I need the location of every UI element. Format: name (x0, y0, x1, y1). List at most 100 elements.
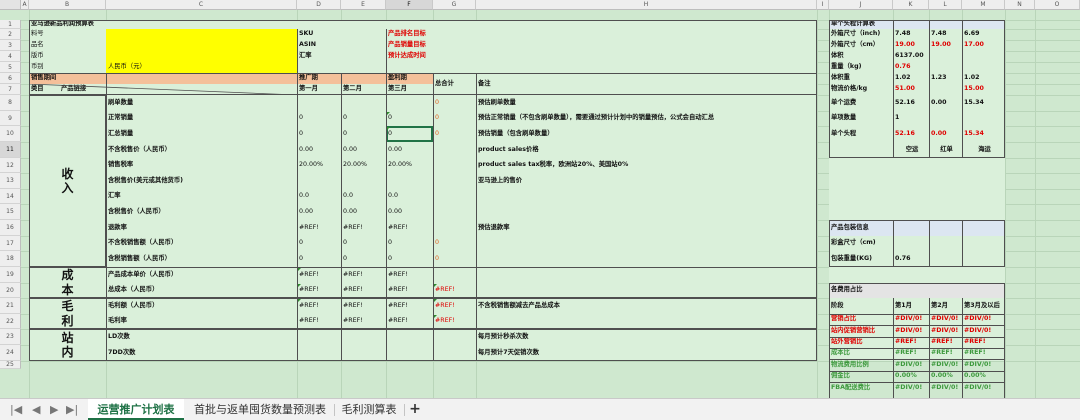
shipping-mode[interactable]: 红单 (929, 142, 962, 158)
month3-value[interactable] (386, 173, 433, 189)
logistics-price-value[interactable]: 51.00 (893, 84, 929, 95)
total-value[interactable] (433, 173, 476, 189)
month3-value[interactable]: 0.0 (386, 189, 433, 205)
fee-row-value[interactable]: #DIV/0! (962, 314, 1005, 325)
row-header-12[interactable]: 12 (0, 157, 21, 174)
month1-value[interactable]: 0 (297, 236, 341, 252)
info-label-fx[interactable]: 汇率 (297, 51, 341, 62)
fee-row-label[interactable]: 营销占比 (829, 314, 893, 325)
line-label[interactable]: 毛利率 (106, 314, 297, 330)
note-value[interactable] (476, 236, 817, 252)
line-label[interactable]: 7DD次数 (106, 345, 297, 361)
note-value[interactable]: 预估退款率 (476, 220, 817, 236)
last-sheet-icon[interactable]: ▶| (66, 404, 78, 416)
fee-ratio-title[interactable]: 各费用占比 (829, 283, 1005, 299)
row-header-25[interactable]: 25 (0, 360, 21, 369)
month2-value[interactable]: 0 (341, 236, 386, 252)
month3-value[interactable]: #REF! (386, 298, 433, 314)
total-value[interactable]: 0 (433, 95, 476, 111)
month3-value[interactable] (386, 345, 433, 361)
target-label-t3[interactable]: 预计达成时间 (386, 51, 433, 62)
month1-value[interactable]: 0 (297, 251, 341, 267)
row-header-22[interactable]: 22 (0, 313, 21, 330)
fee-row-value[interactable]: 0.00% (893, 371, 929, 382)
logistics-price-value[interactable]: 15.00 (962, 84, 1005, 95)
spreadsheet-grid[interactable]: A B C D E F G H I J K L M N O 1 2 3 4 5 6 7 8 9 10 11 12 13 14 15 16 17… (0, 0, 1080, 398)
month1-value[interactable]: 0 (297, 111, 341, 127)
unit-head-freight-label[interactable]: 单个头程 (829, 126, 893, 142)
month2-value[interactable] (341, 95, 386, 111)
row-header-21[interactable]: 21 (0, 298, 21, 314)
line-label[interactable]: 正常销量 (106, 111, 297, 127)
month2-value[interactable]: 0.0 (341, 189, 386, 205)
unit-head-freight-value[interactable]: 52.16 (893, 126, 929, 142)
row-header-13[interactable]: 13 (0, 173, 21, 189)
outer-size-inch-value[interactable]: 7.48 (929, 29, 962, 40)
section-label-income[interactable]: 收 入 (29, 95, 106, 267)
info-label-asin[interactable]: ASIN (297, 40, 341, 51)
outer-size-cm-value[interactable]: 19.00 (893, 40, 929, 51)
month2-value[interactable] (341, 173, 386, 189)
fee-row-value[interactable]: #DIV/0! (929, 382, 962, 393)
note-value[interactable] (476, 314, 817, 330)
column-header-d[interactable]: D (297, 0, 341, 10)
unit-freight-label[interactable]: 单个运费 (829, 95, 893, 111)
row-header-18[interactable]: 18 (0, 251, 21, 267)
fee-row-value[interactable]: #DIV/0! (893, 359, 929, 370)
currency-value[interactable]: 人民币（元） (106, 62, 297, 73)
pack-size-label[interactable]: 彩盒尺寸（cm) (829, 236, 893, 252)
row-header-7[interactable]: 7 (0, 84, 21, 95)
unit-freight-value[interactable]: 0.00 (929, 95, 962, 111)
fee-row-value[interactable]: #DIV/0! (929, 359, 962, 370)
fee-row-label[interactable]: 佣金比 (829, 371, 893, 382)
month3-header[interactable]: 第三月 (386, 84, 433, 95)
row-header-9[interactable]: 9 (0, 110, 21, 127)
total-value[interactable]: #REF! (433, 314, 476, 330)
note-value[interactable]: 亚马逊上的售价 (476, 173, 817, 189)
note-header[interactable]: 备注 (476, 73, 817, 95)
month2-value[interactable]: 0 (341, 251, 386, 267)
total-value[interactable] (433, 204, 476, 220)
note-value[interactable] (476, 189, 817, 205)
month1-value[interactable]: #REF! (297, 220, 341, 236)
total-value[interactable] (433, 345, 476, 361)
month2-value[interactable]: 0 (341, 111, 386, 127)
month3-value[interactable] (386, 329, 433, 345)
fee-row-value[interactable]: #DIV/0! (893, 314, 929, 325)
row-header-4[interactable]: 4 (0, 51, 21, 62)
month2-value[interactable]: 20.00% (341, 158, 386, 174)
sheet-title[interactable]: 亚马逊新品利润预算表 (29, 20, 817, 29)
month3-value[interactable]: 0.00 (386, 204, 433, 220)
outer-size-inch-value[interactable]: 7.48 (893, 29, 929, 40)
fee-stage-label[interactable]: 阶段 (829, 298, 893, 314)
logistics-price-label[interactable]: 物流价格/kg (829, 84, 893, 95)
fee-row-label[interactable]: 物流费用比例 (829, 359, 893, 370)
total-value[interactable]: 0 (433, 236, 476, 252)
info-label-l3[interactable]: 版币 (29, 51, 106, 62)
month3-value[interactable] (386, 95, 433, 111)
total-value[interactable] (433, 158, 476, 174)
total-value[interactable] (433, 329, 476, 345)
column-header-o[interactable]: O (1035, 0, 1080, 10)
row-header-24[interactable]: 24 (0, 345, 21, 361)
unit-freight-value[interactable]: 52.16 (893, 95, 929, 111)
column-header-b[interactable]: B (29, 0, 106, 10)
total-value[interactable] (433, 267, 476, 283)
line-label[interactable]: 不含税销售额（人民币） (106, 236, 297, 252)
month2-value[interactable]: #REF! (341, 298, 386, 314)
month3-value[interactable]: 0 (386, 111, 433, 127)
prev-sheet-icon[interactable]: ◀ (32, 404, 40, 416)
total-header[interactable]: 总合计 (433, 73, 476, 95)
row-header-1[interactable]: 1 (0, 20, 21, 29)
select-all-corner[interactable] (0, 0, 21, 10)
fee-row-value[interactable]: #DIV/0! (893, 325, 929, 336)
volume-weight-value[interactable]: 1.02 (962, 73, 1005, 84)
unit-head-freight-value[interactable]: 15.34 (962, 126, 1005, 142)
volume-value[interactable]: 6137.00 (893, 51, 929, 62)
note-value[interactable]: 每月预计秒杀次数 (476, 329, 817, 345)
column-header-n[interactable]: N (1005, 0, 1035, 10)
month1-header[interactable]: 第一月 (297, 84, 341, 95)
volume-weight-value[interactable]: 1.02 (893, 73, 929, 84)
fee-row-value[interactable]: #REF! (893, 348, 929, 359)
fee-row-value[interactable]: #REF! (929, 337, 962, 348)
